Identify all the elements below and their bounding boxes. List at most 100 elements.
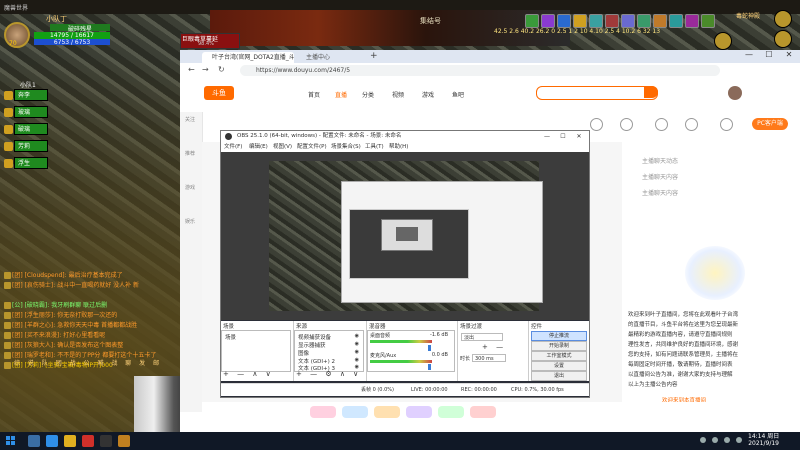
exit-button[interactable]: 退出 [531, 371, 587, 381]
buff-icon[interactable] [573, 14, 587, 28]
gift-icon[interactable] [310, 406, 336, 418]
taskbar-clock[interactable]: 14:14 周日 2021/9/19 [748, 433, 779, 447]
buff-icon[interactable] [669, 14, 683, 28]
site-logo[interactable]: 斗鱼 [204, 86, 234, 100]
url-input[interactable]: https://www.douyu.com/2467/5 [240, 65, 720, 76]
source-item[interactable]: 显示器捕获 [298, 341, 326, 349]
nav-item[interactable]: 直播 [335, 90, 347, 99]
buff-icon[interactable] [557, 14, 571, 28]
duration-input[interactable]: 300 ms [472, 354, 506, 362]
visibility-eye-icon[interactable]: ◉ [355, 349, 359, 355]
close-button[interactable]: ✕ [573, 131, 585, 142]
settings-button[interactable]: 设置 [531, 361, 587, 371]
minimap-button[interactable] [714, 32, 732, 50]
search-icon[interactable] [644, 86, 658, 98]
nav-item[interactable]: 游戏 [422, 90, 434, 99]
edge-browser-icon[interactable] [46, 435, 58, 447]
minimap-button[interactable] [774, 30, 792, 48]
minimize-button[interactable]: — [740, 50, 758, 59]
left-nav-item[interactable]: 关注 [183, 116, 197, 123]
ime-icon[interactable] [736, 437, 742, 443]
left-nav-item[interactable]: 游戏 [183, 184, 197, 191]
reload-button[interactable]: ↻ [218, 65, 225, 74]
category-icon[interactable] [620, 118, 633, 131]
file-explorer-icon[interactable] [64, 435, 76, 447]
category-icon[interactable] [720, 118, 733, 131]
tray-icon[interactable] [700, 437, 706, 443]
buff-icon[interactable] [637, 14, 651, 28]
obs-taskbar-icon[interactable] [100, 435, 112, 447]
scene-item[interactable]: 场景 [225, 333, 236, 341]
party-member[interactable]: 奔李 [14, 89, 48, 101]
source-item[interactable]: 图像 [298, 349, 309, 357]
scenes-toolbar[interactable]: + — ∧ ∨ [223, 370, 274, 378]
player-portrait[interactable] [4, 22, 30, 48]
left-nav-item[interactable]: 推荐 [183, 150, 197, 157]
gift-icon[interactable] [342, 406, 368, 418]
gift-icon[interactable] [470, 406, 496, 418]
volume-slider-handle[interactable] [428, 364, 431, 370]
back-button[interactable]: ← [188, 65, 195, 74]
buff-icon[interactable] [589, 14, 603, 28]
nav-item[interactable]: 首页 [308, 90, 320, 99]
volume-slider-handle[interactable] [428, 345, 431, 351]
menu-profile[interactable]: 配置文件(P) [297, 142, 327, 152]
gift-icon[interactable] [374, 406, 400, 418]
start-recording-button[interactable]: 开始录制 [531, 341, 587, 351]
gift-icon[interactable] [438, 406, 464, 418]
visibility-eye-icon[interactable]: ◉ [355, 333, 359, 339]
buff-icon[interactable] [525, 14, 539, 28]
close-button[interactable]: ✕ [780, 50, 798, 59]
studio-mode-button[interactable]: 工作室模式 [531, 351, 587, 361]
menu-scene-collection[interactable]: 场景集合(S) [331, 142, 361, 152]
category-icon[interactable] [590, 118, 603, 131]
browser-tab-active[interactable]: 叶子台湾(官网_DOTA2直播_斗鱼直播 [202, 52, 294, 63]
category-icon[interactable] [685, 118, 698, 131]
source-item[interactable]: 视频捕获设备 [298, 333, 331, 341]
transitions-toolbar[interactable]: + — [482, 343, 506, 351]
site-search-input[interactable] [536, 86, 658, 100]
network-icon[interactable] [712, 437, 718, 443]
menu-help[interactable]: 帮助(H) [389, 142, 408, 152]
forward-button[interactable]: → [202, 65, 209, 74]
left-nav-item[interactable]: 娱乐 [183, 218, 197, 225]
maximize-button[interactable]: ☐ [557, 131, 569, 142]
nav-item[interactable]: 鱼吧 [452, 90, 464, 99]
buff-icon[interactable] [621, 14, 635, 28]
party-member[interactable]: 玻璃 [14, 106, 48, 118]
user-avatar[interactable] [728, 86, 742, 100]
party-member[interactable]: 浮生 [14, 157, 48, 169]
new-tab-button[interactable]: + [370, 51, 378, 61]
party-member[interactable]: 芳莉 [14, 140, 48, 152]
nav-item[interactable]: 视频 [392, 90, 404, 99]
volume-icon[interactable] [724, 437, 730, 443]
minimap-button[interactable] [774, 10, 792, 28]
sources-list[interactable]: 视频捕获设备 显示器捕获 图像 文本 (GDI+) 2 文本 (GDI+) 3 … [294, 330, 364, 372]
scenes-list[interactable]: 场景 [221, 330, 291, 372]
nav-item[interactable]: 分类 [362, 90, 374, 99]
windows-start-icon[interactable] [6, 436, 16, 446]
menu-tools[interactable]: 工具(T) [365, 142, 384, 152]
buff-icon[interactable] [685, 14, 699, 28]
buff-icon[interactable] [605, 14, 619, 28]
menu-edit[interactable]: 编辑(E) [249, 142, 268, 152]
minimize-button[interactable]: — [541, 131, 553, 142]
buff-icon[interactable] [653, 14, 667, 28]
maximize-button[interactable]: ☐ [760, 50, 778, 59]
party-member[interactable]: 破璃 [14, 123, 48, 135]
stop-streaming-button[interactable]: 停止推流 [531, 331, 587, 341]
gift-icon[interactable] [406, 406, 432, 418]
transition-type-select[interactable]: 淡出 [461, 333, 503, 341]
menu-view[interactable]: 视图(V) [273, 142, 292, 152]
buff-icon[interactable] [541, 14, 555, 28]
pc-client-button[interactable]: PC客户端 [752, 118, 788, 130]
visibility-eye-icon[interactable]: ◉ [355, 357, 359, 363]
app-icon[interactable] [82, 435, 94, 447]
category-icon[interactable] [655, 118, 668, 131]
browser-tab[interactable]: 主播中心 [296, 52, 366, 63]
visibility-eye-icon[interactable]: ◉ [355, 341, 359, 347]
game-taskbar-icon[interactable] [118, 435, 130, 447]
search-icon[interactable] [28, 435, 40, 447]
sources-toolbar[interactable]: + — ⚙ ∧ ∨ [296, 370, 361, 378]
chat-tabs[interactable]: 综 说 队 团 战 公 喊 战 聊 发 邮 [14, 358, 162, 367]
